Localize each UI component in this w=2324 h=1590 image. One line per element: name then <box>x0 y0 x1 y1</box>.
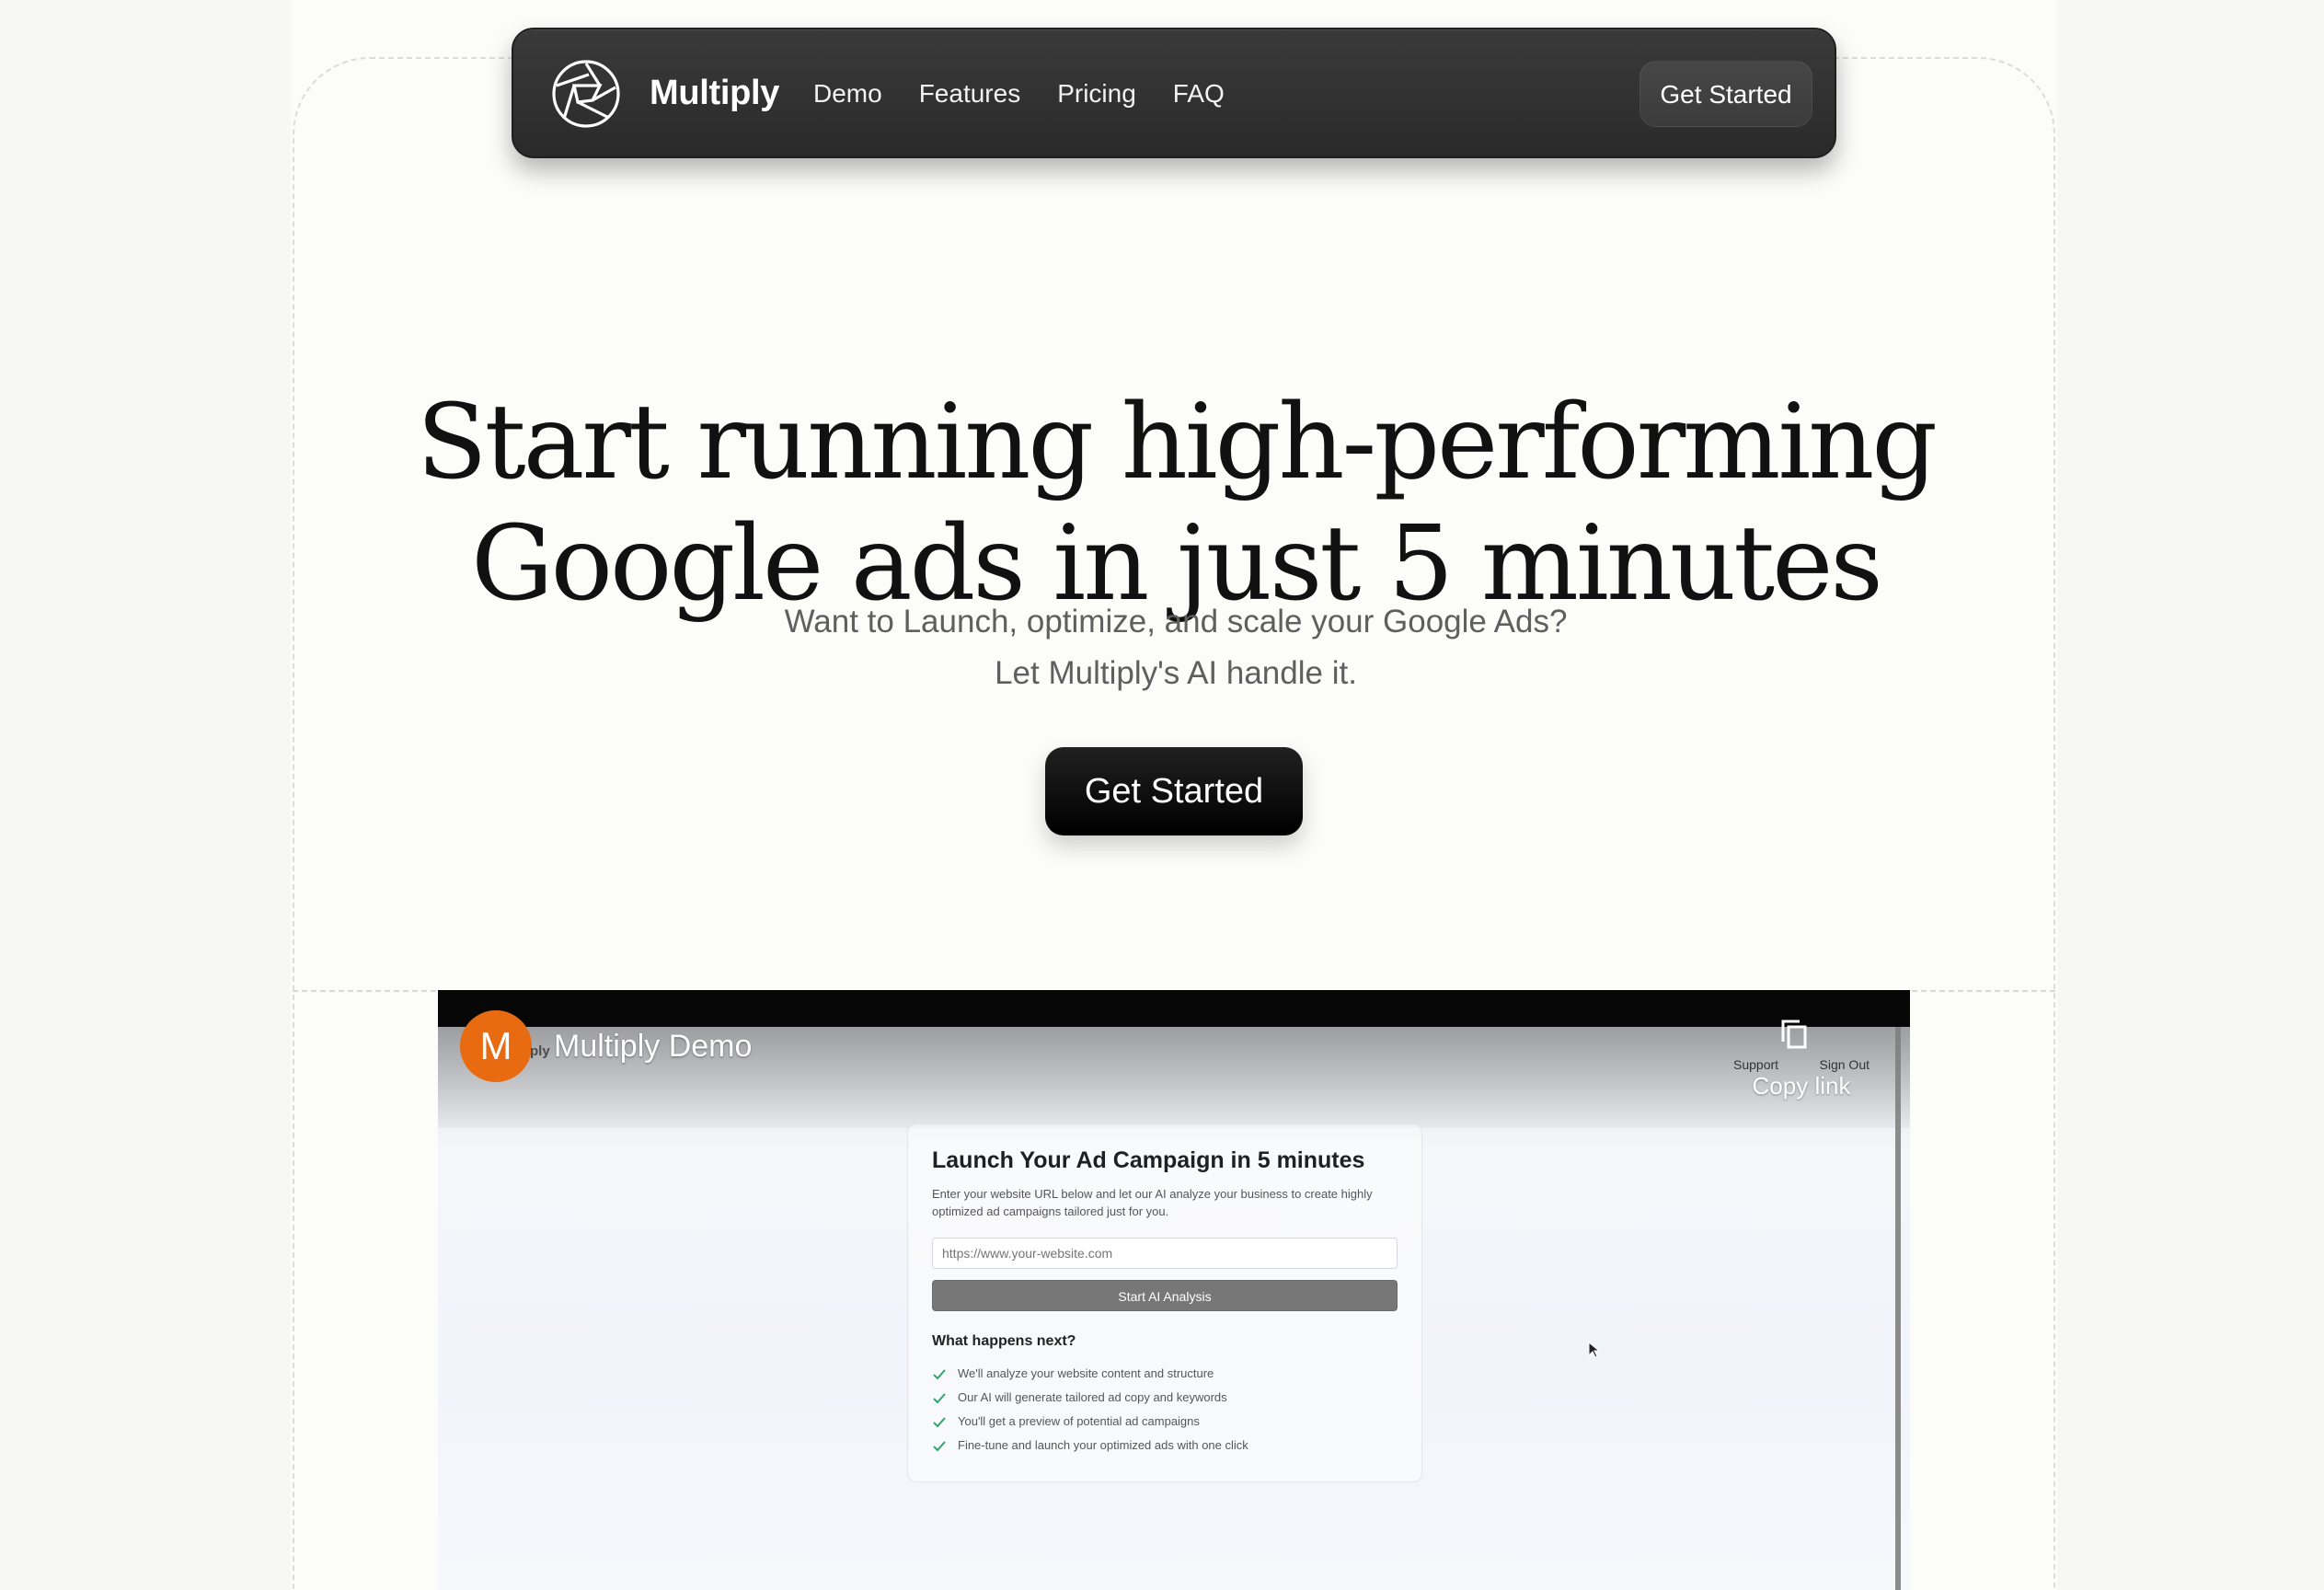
copy-link-control[interactable]: Support Sign Out Copy link <box>1733 1016 1870 1108</box>
step-text: Our AI will generate tailored ad copy an… <box>958 1390 1227 1404</box>
top-navigation: Multiply Demo Features Pricing FAQ Get S… <box>512 28 1836 158</box>
nav-link-faq[interactable]: FAQ <box>1173 70 1225 118</box>
nav-link-demo[interactable]: Demo <box>813 70 882 118</box>
check-icon <box>932 1390 947 1405</box>
hero-subheadline: Want to Launch, optimize, and scale your… <box>513 596 1838 699</box>
hero-get-started-button[interactable]: Get Started <box>1045 747 1303 835</box>
list-item: Fine-tune and launch your optimized ads … <box>932 1434 1248 1458</box>
video-title[interactable]: Multiply Demo <box>554 1025 752 1067</box>
demo-video-embed[interactable]: M ply Multiply Demo Support Sign Out Cop… <box>438 990 1910 1590</box>
nav-link-features[interactable]: Features <box>919 70 1021 118</box>
step-text: We'll analyze your website content and s… <box>958 1366 1214 1380</box>
check-icon <box>932 1414 947 1429</box>
cursor-icon <box>1588 1341 1601 1358</box>
video-scroll-strip <box>1895 1027 1901 1590</box>
hero-headline: Start running high-performing Google ads… <box>385 382 1967 625</box>
campaign-card-title: Launch Your Ad Campaign in 5 minutes <box>932 1147 1365 1173</box>
subheadline-line-1: Want to Launch, optimize, and scale your… <box>784 604 1568 639</box>
start-ai-analysis-button[interactable]: Start AI Analysis <box>932 1280 1398 1311</box>
list-item: You'll get a preview of potential ad cam… <box>932 1410 1248 1434</box>
copy-icon[interactable] <box>1776 1016 1812 1053</box>
next-steps-list: We'll analyze your website content and s… <box>932 1362 1248 1458</box>
channel-avatar[interactable]: M <box>460 1010 532 1082</box>
website-url-input[interactable] <box>932 1238 1398 1269</box>
step-text: You'll get a preview of potential ad cam… <box>958 1414 1200 1428</box>
step-text: Fine-tune and launch your optimized ads … <box>958 1438 1248 1452</box>
list-item: We'll analyze your website content and s… <box>932 1362 1248 1386</box>
subheadline-line-2: Let Multiply's AI handle it. <box>995 655 1357 691</box>
primary-nav-links: Demo Features Pricing FAQ <box>813 70 1225 118</box>
check-icon <box>932 1438 947 1453</box>
headline-line-1: Start running high-performing <box>416 383 1938 503</box>
check-icon <box>932 1366 947 1381</box>
nav-get-started-button[interactable]: Get Started <box>1639 61 1812 127</box>
what-happens-next-heading: What happens next? <box>932 1333 1076 1349</box>
video-top-black-bar <box>438 990 1910 1027</box>
list-item: Our AI will generate tailored ad copy an… <box>932 1386 1248 1410</box>
aperture-logo-icon[interactable] <box>550 58 622 130</box>
nav-link-pricing[interactable]: Pricing <box>1057 70 1136 118</box>
brand-name[interactable]: Multiply <box>650 66 779 120</box>
campaign-card-description: Enter your website URL below and let our… <box>932 1187 1373 1218</box>
copy-link-label[interactable]: Copy link <box>1737 1071 1866 1100</box>
channel-name-partial: ply <box>530 1043 550 1059</box>
demo-campaign-card: Launch Your Ad Campaign in 5 minutes Ent… <box>907 1123 1422 1482</box>
